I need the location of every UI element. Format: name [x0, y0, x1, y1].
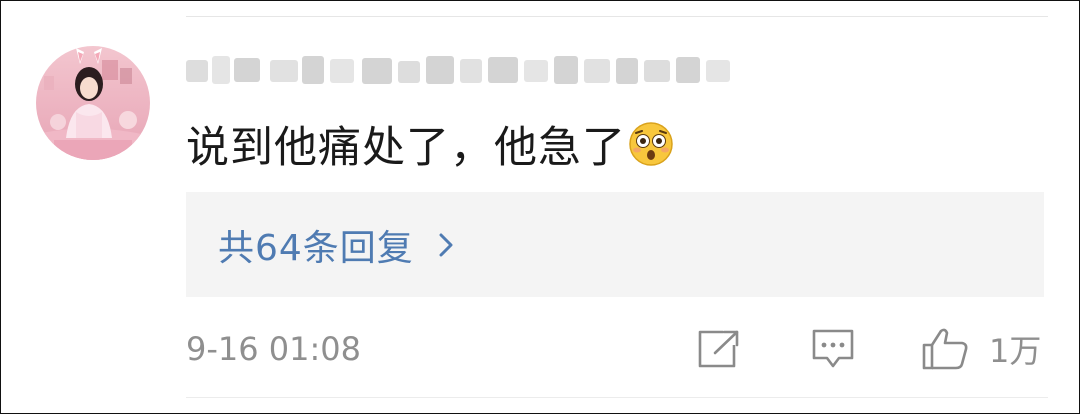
view-replies-button[interactable]: 共64条回复 [186, 192, 1044, 297]
like-count: 1万 [989, 332, 1042, 370]
comment-text: 说到他痛处了，他急了 [186, 123, 626, 173]
share-icon [697, 329, 741, 369]
share-button[interactable] [697, 326, 741, 372]
username-blurred[interactable] [186, 50, 732, 90]
comment-button[interactable] [811, 326, 855, 372]
divider [186, 16, 1048, 17]
thumbs-up-icon [921, 327, 969, 371]
comment-body: 说到他痛处了，他急了 [186, 114, 674, 174]
reply-count-link[interactable]: 共64条回复 [218, 219, 414, 271]
chevron-right-icon [438, 232, 454, 258]
divider [186, 397, 1048, 398]
flushed-face-emoji [628, 121, 674, 167]
comment-timestamp: 9-16 01:08 [186, 330, 362, 368]
avatar[interactable] [36, 46, 150, 160]
comment-icon [811, 328, 855, 370]
like-button[interactable]: 1万 [921, 326, 1041, 372]
